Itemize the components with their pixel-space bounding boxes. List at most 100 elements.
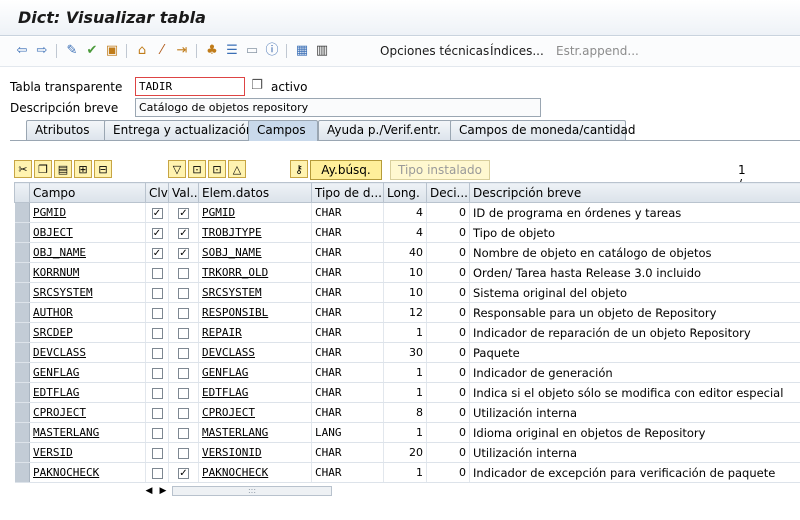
data-element-cell[interactable]: PAKNOCHECK [198, 462, 312, 483]
data-element-cell[interactable]: SRCSYSTEM [198, 282, 312, 303]
table-row[interactable]: PAKNOCHECK ✓ PAKNOCHECK CHAR 1 0 Indicador de … [14, 462, 800, 483]
table-row[interactable]: EDTFLAG EDTFLAG CHAR 1 0 Indica si el objeto … [14, 382, 800, 403]
navigate-icon[interactable]: ⇥ [174, 43, 190, 59]
column-header-decimals[interactable]: Deci... [426, 182, 470, 203]
data-element-cell[interactable]: SOBJ_NAME [198, 242, 312, 263]
row-selector[interactable] [14, 382, 30, 403]
column-header-key[interactable]: Clv [145, 182, 169, 203]
append-structure-button[interactable]: Estr.append... [556, 44, 639, 58]
table-row[interactable]: AUTHOR RESPONSIBL CHAR 12 0 Responsable para … [14, 302, 800, 323]
table-row[interactable]: CPROJECT CPROJECT CHAR 8 0 Utilización intern… [14, 402, 800, 423]
scroll-left-icon[interactable]: ◀ [142, 484, 156, 498]
table-contents-icon[interactable]: ▥ [314, 43, 330, 59]
table-row[interactable]: OBJECT ✓ ✓ TROBJTYPE CHAR 4 0 Tipo de objeto [14, 222, 800, 243]
find-next-icon[interactable]: ⊡ [208, 160, 226, 178]
sort-up-icon[interactable]: △ [228, 160, 246, 178]
checkbox-unchecked[interactable] [151, 327, 163, 339]
field-name-cell[interactable]: SRCDEP [29, 322, 146, 343]
info-icon[interactable]: ⓘ [264, 43, 280, 59]
field-name-cell[interactable]: PAKNOCHECK [29, 462, 146, 483]
tab-input-help-check[interactable]: Ayuda p./Verif.entr. [318, 120, 452, 140]
data-element-cell[interactable]: RESPONSIBL [198, 302, 312, 323]
row-selector[interactable] [14, 302, 30, 323]
magic-wand-icon[interactable]: ⁄ [154, 43, 170, 59]
field-name-cell[interactable]: EDTFLAG [29, 382, 146, 403]
checkbox-unchecked[interactable] [151, 307, 163, 319]
checkbox-checked[interactable]: ✓ [151, 247, 163, 259]
field-name-cell[interactable]: MASTERLANG [29, 422, 146, 443]
row-selector[interactable] [14, 202, 30, 223]
row-selector[interactable] [14, 442, 30, 463]
data-element-cell[interactable]: VERSIONID [198, 442, 312, 463]
scrollbar-thumb[interactable]: ::: [172, 486, 332, 496]
tab-currency-quantity-fields[interactable]: Campos de moneda/cantidad [450, 120, 635, 140]
display-object-list-icon[interactable]: ▭ [244, 43, 260, 59]
field-name-cell[interactable]: VERSID [29, 442, 146, 463]
table-row[interactable]: PGMID ✓ ✓ PGMID CHAR 4 0 ID de programa en órde… [14, 202, 800, 223]
check-icon[interactable]: ✔ [84, 43, 100, 59]
field-name-cell[interactable]: PGMID [29, 202, 146, 223]
checkbox-checked[interactable]: ✓ [151, 207, 163, 219]
data-element-cell[interactable]: REPAIR [198, 322, 312, 343]
data-element-cell[interactable]: TRKORR_OLD [198, 262, 312, 283]
field-name-cell[interactable]: CPROJECT [29, 402, 146, 423]
find-icon[interactable]: ⊡ [188, 160, 206, 178]
checkbox-unchecked[interactable] [178, 347, 189, 359]
short-desc-field[interactable]: Catálogo de objetos repository [135, 98, 541, 117]
grid-columns-icon[interactable]: ▦ [294, 43, 310, 59]
row-selector[interactable] [14, 262, 30, 283]
checkbox-unchecked[interactable] [151, 267, 163, 279]
copy-icon[interactable]: ❐ [249, 78, 265, 94]
column-header-data-type[interactable]: Tipo de d... [311, 182, 384, 203]
back-arrow-icon[interactable]: ⇦ [14, 43, 30, 59]
checkbox-checked[interactable]: ✓ [151, 227, 163, 239]
table-row[interactable]: MASTERLANG MASTERLANG LANG 1 0 Idioma origina… [14, 422, 800, 443]
checkbox-unchecked[interactable] [151, 427, 163, 439]
row-selector[interactable] [14, 242, 30, 263]
table-row[interactable]: OBJ_NAME ✓ ✓ SOBJ_NAME CHAR 40 0 Nombre de obje… [14, 242, 800, 263]
sort-icon[interactable]: ▽ [168, 160, 186, 178]
checkbox-unchecked[interactable] [151, 287, 163, 299]
field-name-cell[interactable]: KORRNUM [29, 262, 146, 283]
table-name-field[interactable]: TADIR [135, 77, 245, 96]
row-selector[interactable] [14, 462, 30, 483]
row-selector[interactable] [14, 322, 30, 343]
column-header-length[interactable]: Long. [383, 182, 427, 203]
checkbox-checked[interactable]: ✓ [178, 467, 189, 479]
activate-icon[interactable]: ▣ [104, 43, 120, 59]
delete-row-icon[interactable]: ⊟ [94, 160, 112, 178]
data-element-cell[interactable]: CPROJECT [198, 402, 312, 423]
checkbox-unchecked[interactable] [151, 407, 163, 419]
column-header-field[interactable]: Campo [29, 182, 146, 203]
field-name-cell[interactable]: DEVCLASS [29, 342, 146, 363]
insert-row-icon[interactable]: ⊞ [74, 160, 92, 178]
scroll-right-icon[interactable]: ▶ [156, 484, 170, 498]
row-selector[interactable] [14, 222, 30, 243]
paste-icon[interactable]: ▤ [54, 160, 72, 178]
horizontal-scrollbar[interactable]: ◀ ▶ ::: [142, 484, 800, 498]
display-change-icon[interactable]: ✎ [64, 43, 80, 59]
checkbox-unchecked[interactable] [151, 347, 163, 359]
table-row[interactable]: SRCDEP REPAIR CHAR 1 0 Indicador de reparació… [14, 322, 800, 343]
cut-icon[interactable]: ✂ [14, 160, 32, 178]
row-selector[interactable] [14, 362, 30, 383]
field-name-cell[interactable]: GENFLAG [29, 362, 146, 383]
checkbox-checked[interactable]: ✓ [178, 227, 189, 239]
field-name-cell[interactable]: AUTHOR [29, 302, 146, 323]
builtin-type-button[interactable]: Tipo instalado [390, 160, 490, 180]
tab-attributes[interactable]: Atributos [26, 120, 106, 140]
column-header-initial-values[interactable]: Val... [168, 182, 199, 203]
checkbox-unchecked[interactable] [178, 447, 189, 459]
table-row[interactable]: VERSID VERSIONID CHAR 20 0 Utilización intern… [14, 442, 800, 463]
checkbox-unchecked[interactable] [178, 387, 189, 399]
row-selector[interactable] [14, 402, 30, 423]
checkbox-unchecked[interactable] [178, 327, 189, 339]
checkbox-unchecked[interactable] [151, 467, 163, 479]
indexes-button[interactable]: Índices... [490, 44, 544, 58]
checkbox-unchecked[interactable] [178, 307, 189, 319]
data-element-cell[interactable]: GENFLAG [198, 362, 312, 383]
forward-arrow-icon[interactable]: ⇨ [34, 43, 50, 59]
lookup-key-icon[interactable]: ⚷ [290, 160, 308, 178]
table-row[interactable]: DEVCLASS DEVCLASS CHAR 30 0 Paquete [14, 342, 800, 363]
row-selector[interactable] [14, 422, 30, 443]
